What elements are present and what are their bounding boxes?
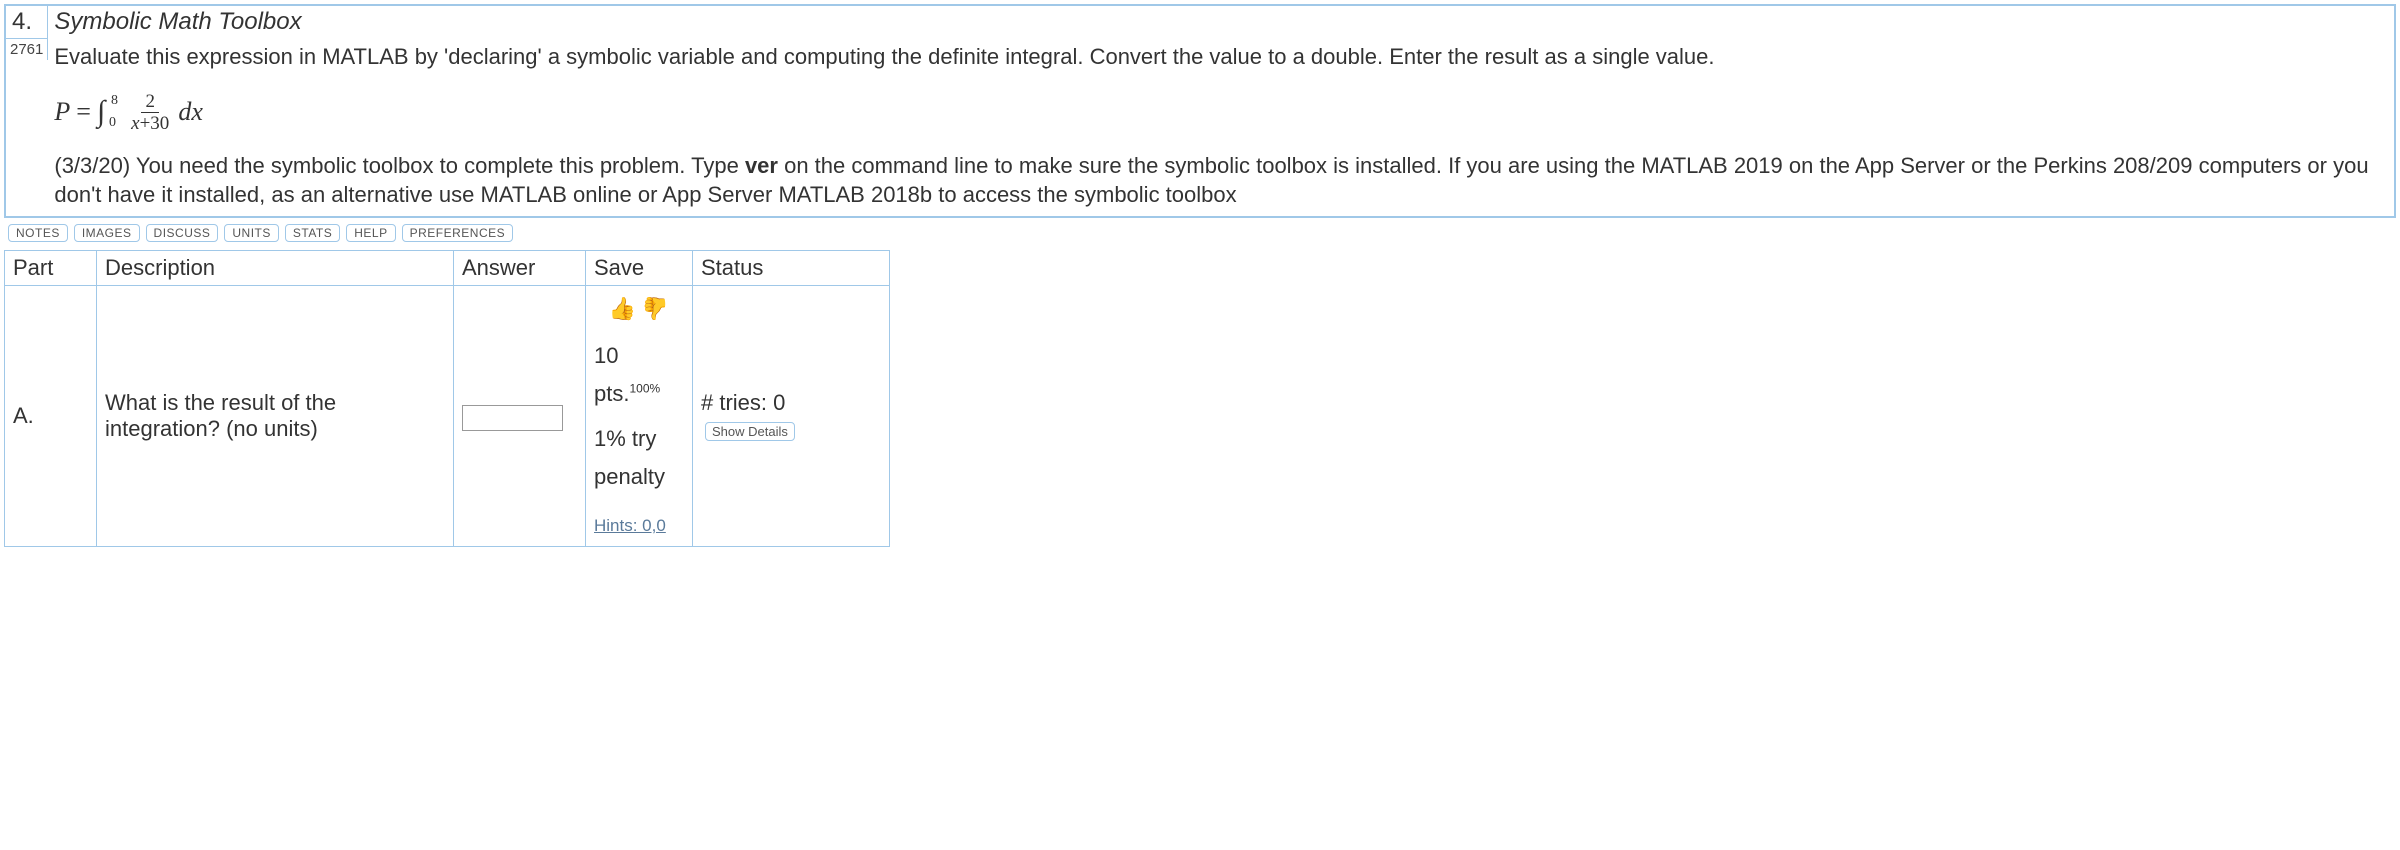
question-header: 4. 2761 Symbolic Math Toolbox Evaluate t… (6, 6, 2394, 216)
question-note: (3/3/20) You need the symbolic toolbox t… (54, 151, 2388, 210)
question-id: 2761 (6, 39, 47, 60)
question-number: 4. (6, 6, 47, 39)
answer-table: Part Description Answer Save Status A. W… (4, 250, 890, 547)
answer-cell (454, 286, 586, 547)
header-description: Description (97, 251, 454, 286)
header-save: Save (586, 251, 693, 286)
equation: P = ∫ 8 0 2 x+30 dx (54, 92, 2388, 133)
thumbs-row: 👍 👎 (594, 290, 684, 327)
fraction: 2 x+30 (127, 92, 173, 133)
show-details-button[interactable]: Show Details (705, 422, 795, 441)
header-status: Status (693, 251, 890, 286)
question-meta: 4. 2761 (6, 6, 48, 60)
dx: dx (178, 97, 203, 127)
hints-link[interactable]: Hints: 0,0 (594, 516, 666, 535)
integral-lower: 0 (109, 115, 116, 131)
part-description: What is the result of the integration? (… (97, 286, 454, 547)
thumbs-up-icon[interactable]: 👍 (609, 290, 636, 327)
tries-count: # tries: 0 (701, 390, 785, 415)
integral-symbol: ∫ 8 0 (97, 95, 105, 129)
question-container: 4. 2761 Symbolic Math Toolbox Evaluate t… (4, 4, 2396, 218)
header-part: Part (5, 251, 97, 286)
points-line: 10 pts.100% (594, 337, 684, 412)
equation-lhs: P (54, 97, 70, 127)
toolbar: NOTES IMAGES DISCUSS UNITS STATS HELP PR… (4, 218, 2396, 246)
save-cell: 👍 👎 10 pts.100% 1% try penalty Hints: 0,… (586, 286, 693, 547)
notes-button[interactable]: NOTES (8, 224, 68, 242)
preferences-button[interactable]: PREFERENCES (402, 224, 514, 242)
images-button[interactable]: IMAGES (74, 224, 140, 242)
ver-command: ver (745, 153, 778, 178)
numerator: 2 (141, 92, 159, 113)
penalty-line: 1% try penalty (594, 420, 684, 495)
header-answer: Answer (454, 251, 586, 286)
denominator: x+30 (127, 113, 173, 133)
table-header-row: Part Description Answer Save Status (5, 251, 890, 286)
thumbs-down-icon[interactable]: 👎 (642, 290, 669, 327)
units-button[interactable]: UNITS (224, 224, 279, 242)
question-title: Symbolic Math Toolbox (54, 8, 2388, 36)
question-content: Symbolic Math Toolbox Evaluate this expr… (48, 6, 2394, 216)
stats-button[interactable]: STATS (285, 224, 340, 242)
table-row: A. What is the result of the integration… (5, 286, 890, 547)
integral-upper: 8 (111, 93, 118, 109)
question-prompt: Evaluate this expression in MATLAB by 'd… (54, 42, 2388, 72)
discuss-button[interactable]: DISCUSS (146, 224, 219, 242)
equals-sign: = (76, 97, 91, 127)
help-button[interactable]: HELP (346, 224, 395, 242)
answer-input[interactable] (462, 405, 563, 431)
part-label: A. (5, 286, 97, 547)
status-cell: # tries: 0 Show Details (693, 286, 890, 547)
